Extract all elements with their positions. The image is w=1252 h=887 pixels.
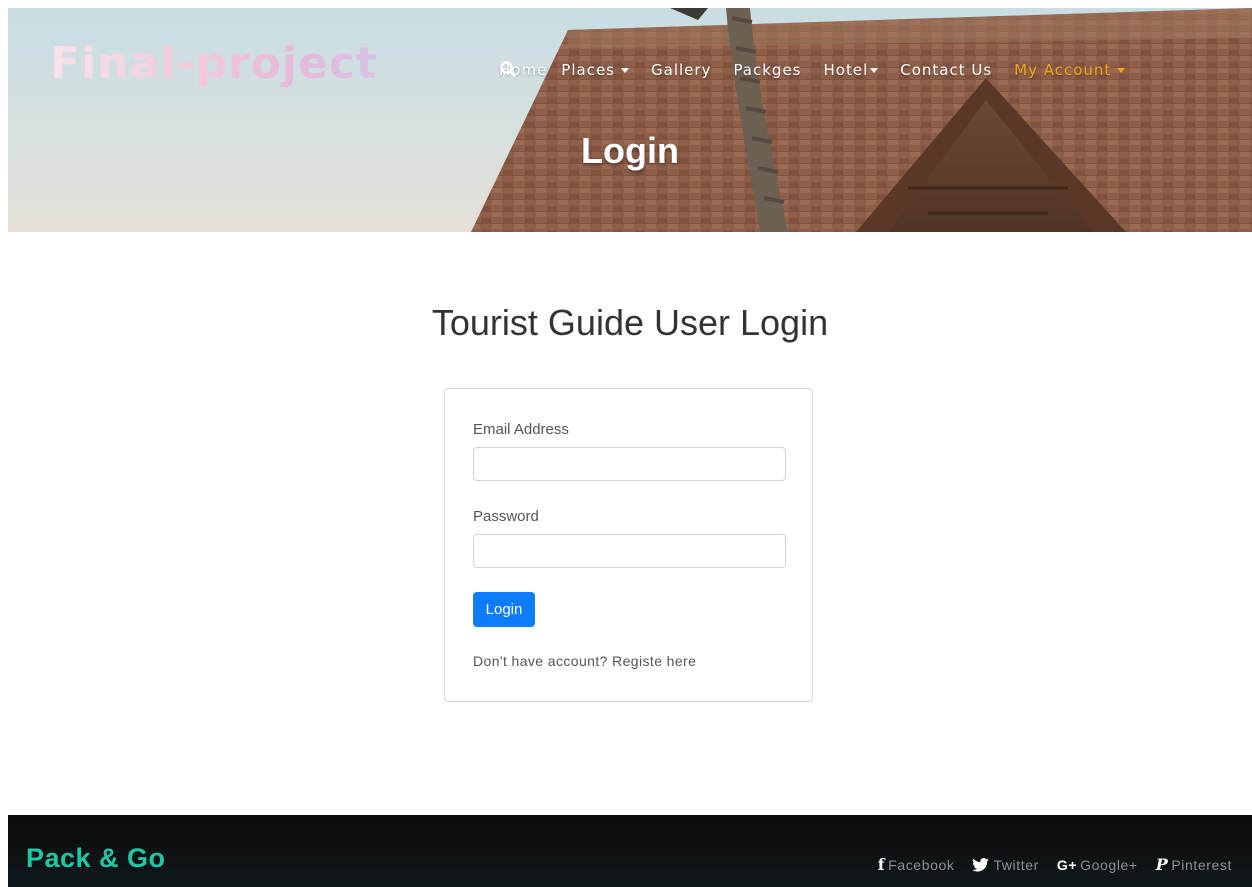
site-logo[interactable]: Final-project (50, 38, 378, 89)
pinterest-label: Pinterest (1171, 856, 1232, 873)
twitter-link[interactable]: Twitter (972, 857, 1038, 873)
nav-hotel[interactable]: Hotel (824, 61, 879, 79)
chevron-down-icon (1117, 67, 1126, 73)
nav-my-account-label: My Account (1014, 61, 1112, 79)
nav-packages[interactable]: Packges (733, 61, 801, 79)
google-plus-icon: G+ (1056, 856, 1078, 873)
hero-title: Login (581, 130, 679, 171)
nav-contact-us-label: Contact Us (900, 61, 993, 79)
chevron-down-icon (870, 67, 879, 73)
email-label: Email Address (473, 421, 569, 438)
nav-gallery-label: Gallery (651, 61, 712, 79)
register-prefix: Don't have account? (473, 653, 608, 669)
email-field[interactable] (473, 447, 786, 481)
nav-hotel-label: Hotel (823, 61, 869, 79)
main-navigation: Home Places Gallery Packges Hotel Contac… (499, 60, 1147, 80)
password-field[interactable] (473, 534, 786, 568)
page-title: Tourist Guide User Login (431, 302, 829, 343)
pinterest-icon: P (1155, 855, 1169, 874)
nav-places-label: Places (561, 61, 615, 79)
password-label: Password (473, 508, 539, 525)
google-plus-link[interactable]: G+ Google+ (1057, 857, 1138, 873)
chevron-down-icon (621, 67, 629, 73)
twitter-label: Twitter (993, 856, 1039, 873)
hero-banner: Final-project Home Places Gallery Packge… (8, 8, 1252, 232)
twitter-icon (972, 857, 990, 872)
facebook-label: Facebook (888, 856, 955, 873)
register-link[interactable]: Registe here (612, 653, 696, 669)
nav-gallery[interactable]: Gallery (651, 61, 711, 79)
register-prompt: Don't have account? Registe here (473, 653, 696, 669)
social-links: f Facebook Twitter G+ Google+ P Pinteres… (860, 855, 1232, 874)
pinterest-link[interactable]: P Pinterest (1156, 855, 1232, 874)
nav-my-account[interactable]: My Account (1014, 61, 1126, 79)
nav-packages-label: Packges (733, 61, 802, 79)
nav-contact-us[interactable]: Contact Us (900, 61, 992, 79)
login-form: Email Address Password Login Don't have … (444, 388, 813, 702)
nav-places[interactable]: Places (561, 61, 629, 79)
search-icon[interactable] (499, 60, 517, 78)
google-plus-label: Google+ (1080, 856, 1138, 873)
footer-brand[interactable]: Pack & Go (26, 843, 166, 874)
facebook-link[interactable]: f Facebook (878, 855, 955, 874)
facebook-icon: f (877, 855, 886, 874)
site-footer: Pack & Go f Facebook Twitter G+ Google+ … (8, 815, 1252, 887)
login-button[interactable]: Login (473, 592, 535, 627)
page-frame: Final-project Home Places Gallery Packge… (8, 0, 1252, 887)
